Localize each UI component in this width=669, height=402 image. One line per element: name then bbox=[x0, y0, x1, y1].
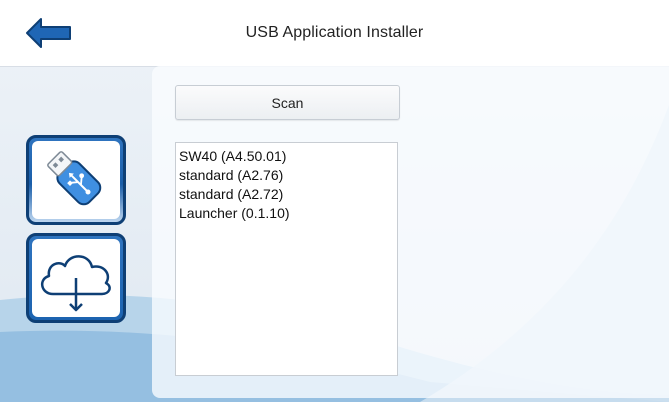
page-title: USB Application Installer bbox=[245, 24, 424, 41]
list-item[interactable]: SW40 (A4.50.01) bbox=[176, 147, 397, 166]
installer-screen: USB Application Installer Scan SW40 (A4.… bbox=[0, 0, 669, 402]
list-item[interactable]: standard (A2.76) bbox=[176, 166, 397, 185]
list-item[interactable]: Launcher (0.1.10) bbox=[176, 204, 397, 223]
usb-flash-drive-icon bbox=[47, 151, 102, 206]
cloud-download-icon bbox=[41, 255, 111, 312]
usb-install-button[interactable] bbox=[26, 135, 126, 225]
header-bar: USB Application Installer bbox=[0, 0, 669, 67]
cloud-install-button[interactable] bbox=[26, 233, 126, 323]
scan-button[interactable]: Scan bbox=[175, 85, 400, 120]
list-item[interactable]: standard (A2.72) bbox=[176, 185, 397, 204]
application-list[interactable]: SW40 (A4.50.01) standard (A2.76) standar… bbox=[175, 142, 398, 376]
